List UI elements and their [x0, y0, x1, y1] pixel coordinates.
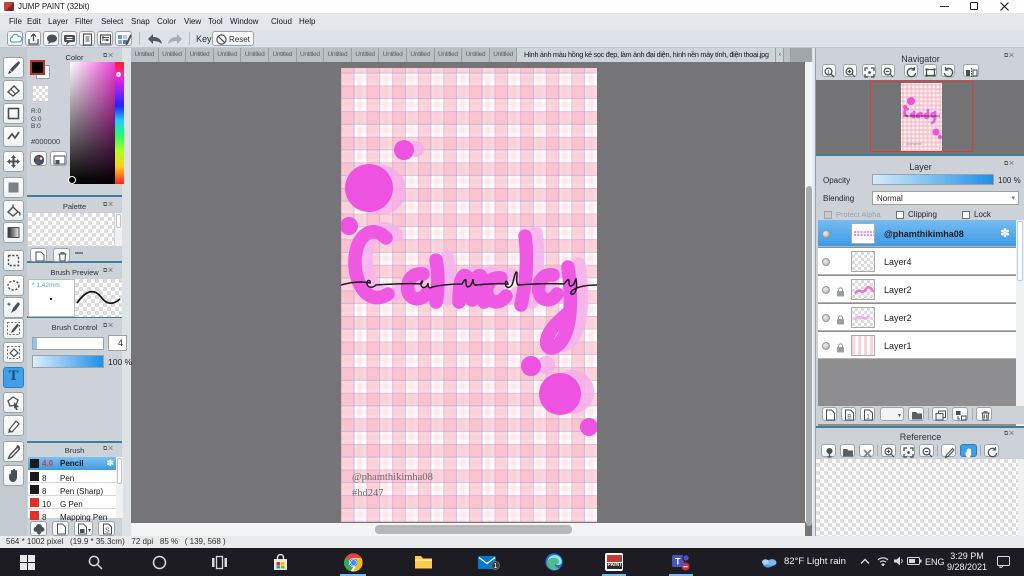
svg-text:S: S	[105, 528, 110, 535]
svg-text:1: 1	[866, 414, 870, 421]
svg-text:#hd247: #hd247	[352, 488, 384, 499]
svg-text:@phamthi: @phamthi	[906, 142, 922, 146]
svg-text:T: T	[675, 557, 681, 567]
svg-text:1: 1	[827, 70, 830, 76]
svg-text:@phamthikimha08: @phamthikimha08	[352, 472, 433, 483]
svg-text:B: B	[847, 414, 851, 421]
